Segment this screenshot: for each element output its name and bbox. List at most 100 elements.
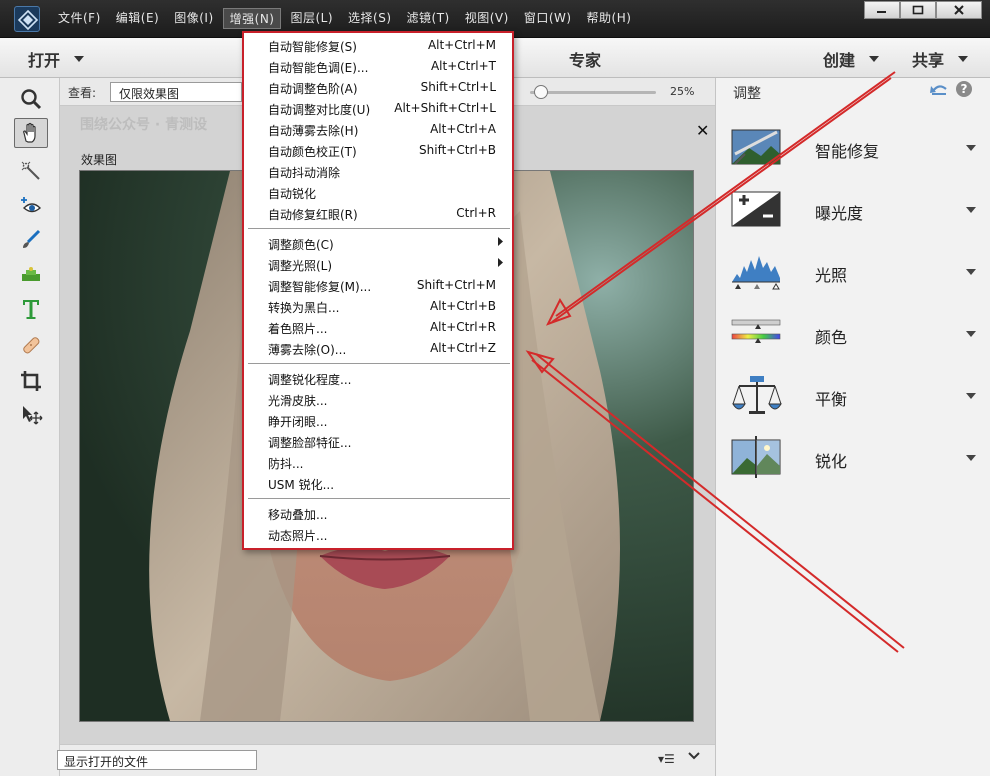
menu-item-2[interactable]: 图像(I)	[168, 8, 219, 29]
enhance-menu-item[interactable]: 光滑皮肤...	[244, 389, 512, 410]
enhance-menu-item[interactable]: 调整锐化程度...	[244, 368, 512, 389]
mode-expert-tab[interactable]: 专家	[569, 47, 601, 71]
text-tool[interactable]	[14, 294, 48, 324]
enhance-menu-item[interactable]: 防抖...	[244, 452, 512, 473]
menu-item-5[interactable]: 选择(S)	[342, 8, 397, 29]
minimize-button[interactable]	[864, 1, 900, 19]
menu-item-shortcut: Alt+Ctrl+T	[430, 59, 496, 73]
adjust-item-label: 光照	[815, 266, 848, 285]
menu-item-label: 光滑皮肤...	[268, 394, 328, 408]
close-document-button[interactable]: ✕	[696, 121, 709, 140]
create-button-label: 创建	[823, 51, 856, 70]
maximize-button[interactable]	[900, 1, 936, 19]
enhance-menu-item[interactable]: 动态照片...	[244, 524, 512, 545]
create-button[interactable]: 创建	[823, 47, 880, 71]
zoom-slider-thumb[interactable]	[534, 85, 548, 99]
menu-item-7[interactable]: 视图(V)	[459, 8, 515, 29]
enhance-menu-item[interactable]: 自动锐化	[244, 182, 512, 203]
menu-item-shortcut: Alt+Ctrl+M	[427, 38, 496, 52]
enhance-menu-item[interactable]: 调整颜色(C)	[244, 233, 512, 254]
quick-selection-tool[interactable]	[14, 156, 48, 186]
adjust-item-lighting[interactable]: 光照	[716, 244, 990, 304]
menu-bar: 文件(F) 编辑(E) 图像(I) 增强(N) 图层(L) 选择(S) 滤镜(T) 视图(V)…	[52, 8, 640, 29]
adjust-item-sharpen[interactable]: 锐化	[716, 430, 990, 490]
files-select[interactable]: 显示打开的文件	[57, 750, 257, 770]
menu-item-1[interactable]: 编辑(E)	[110, 8, 165, 29]
minimize-icon	[877, 11, 886, 13]
brush-tool[interactable]	[14, 224, 48, 254]
menu-separator	[248, 228, 510, 229]
hand-tool[interactable]	[14, 118, 48, 148]
help-icon[interactable]: ?	[956, 81, 972, 97]
menu-item-8[interactable]: 窗口(W)	[518, 8, 578, 29]
red-eye-tool[interactable]	[14, 190, 48, 220]
adjust-item-exposure[interactable]: 曝光度	[716, 182, 990, 242]
menu-item-6[interactable]: 滤镜(T)	[401, 8, 456, 29]
enhance-menu-item[interactable]: 调整智能修复(M)... Shift+Ctrl+M	[244, 275, 512, 296]
menu-item-shortcut: Shift+Ctrl+L	[420, 80, 496, 94]
enhance-menu-item[interactable]: 睁开闭眼...	[244, 410, 512, 431]
menu-item-label: 调整锐化程度...	[268, 373, 352, 387]
move-tool[interactable]	[14, 400, 48, 430]
adjust-item-balance[interactable]: 平衡	[716, 368, 990, 428]
enhance-menu-item[interactable]: 自动调整色阶(A) Shift+Ctrl+L	[244, 77, 512, 98]
chevron-down-icon[interactable]	[688, 751, 700, 761]
menu-item-label: 自动智能色调(E)...	[268, 61, 369, 75]
exposure-icon	[731, 191, 781, 227]
enhance-menu-item[interactable]: 自动智能色调(E)... Alt+Ctrl+T	[244, 56, 512, 77]
move-icon	[23, 406, 43, 425]
menu-item-9[interactable]: 帮助(H)	[581, 8, 638, 29]
menu-item-3[interactable]: 增强(N)	[222, 8, 282, 29]
text-icon	[23, 300, 39, 319]
share-button[interactable]: 共享	[912, 47, 969, 71]
enhance-menu-item[interactable]: 自动抖动消除	[244, 161, 512, 182]
enhance-menu-item[interactable]: 自动颜色校正(T) Shift+Ctrl+B	[244, 140, 512, 161]
list-options-button[interactable]: ▾☰	[658, 752, 675, 766]
adjust-item-color[interactable]: 颜色	[716, 306, 990, 366]
smart-fix-icon	[731, 129, 781, 165]
zoom-value: 25%	[670, 85, 695, 98]
enhance-menu-item[interactable]: 自动修复红眼(R) Ctrl+R	[244, 203, 512, 224]
close-button[interactable]	[936, 1, 982, 19]
brush-icon	[23, 229, 41, 248]
crop-icon	[21, 371, 41, 391]
enhance-menu-item[interactable]: 自动薄雾去除(H) Alt+Ctrl+A	[244, 119, 512, 140]
color-slider-icon	[731, 319, 781, 343]
crop-tool[interactable]	[14, 366, 48, 396]
enhance-menu-item[interactable]: 着色照片... Alt+Ctrl+R	[244, 317, 512, 338]
menu-item-shortcut: Shift+Ctrl+M	[416, 278, 496, 292]
adjustments-panel: 调整 ? 智能修复 曝光度 光照 颜色 平衡 锐化	[715, 78, 990, 776]
eye-icon	[21, 197, 42, 213]
enhance-menu-item[interactable]: 调整脸部特征...	[244, 431, 512, 452]
zoom-tool[interactable]	[14, 84, 48, 114]
zoom-icon	[21, 89, 42, 110]
enhance-menu-item[interactable]: 自动调整对比度(U) Alt+Shift+Ctrl+L	[244, 98, 512, 119]
healing-brush-tool[interactable]	[14, 330, 48, 360]
menu-item-label: 防抖...	[268, 457, 304, 471]
menu-item-4[interactable]: 图层(L)	[284, 8, 339, 29]
menu-item-label: USM 锐化...	[268, 478, 335, 492]
healing-bandage-icon	[23, 337, 40, 354]
enhance-menu-item[interactable]: 薄雾去除(O)... Alt+Ctrl+Z	[244, 338, 512, 359]
menu-item-label: 自动调整对比度(U)	[268, 103, 371, 117]
app-logo	[14, 6, 40, 32]
enhance-menu-item[interactable]: 移动叠加...	[244, 503, 512, 524]
menu-item-shortcut: Alt+Ctrl+A	[430, 122, 496, 136]
adjust-item-smart-fix[interactable]: 智能修复	[716, 120, 990, 180]
undo-icon[interactable]	[929, 81, 949, 97]
open-button[interactable]: 打开	[28, 47, 85, 71]
enhance-menu-item[interactable]: 转换为黑白... Alt+Ctrl+B	[244, 296, 512, 317]
enhance-menu-item[interactable]: 调整光照(L)	[244, 254, 512, 275]
chevron-down-icon	[966, 393, 976, 399]
view-select[interactable]: 仅限效果图	[110, 82, 242, 102]
window-controls	[864, 1, 982, 19]
adjust-item-label: 平衡	[815, 390, 848, 409]
menu-item-0[interactable]: 文件(F)	[52, 8, 107, 29]
adjust-item-label: 智能修复	[815, 142, 880, 161]
enhance-menu-item[interactable]: 自动智能修复(S) Alt+Ctrl+M	[244, 35, 512, 56]
enhance-menu-item[interactable]: USM 锐化...	[244, 473, 512, 494]
paint-bucket-tool[interactable]	[14, 258, 48, 288]
bottom-bar: 显示打开的文件 ▾☰	[57, 744, 715, 776]
zoom-slider-track[interactable]	[530, 91, 656, 94]
menu-item-label: 自动修复红眼(R)	[268, 208, 358, 222]
